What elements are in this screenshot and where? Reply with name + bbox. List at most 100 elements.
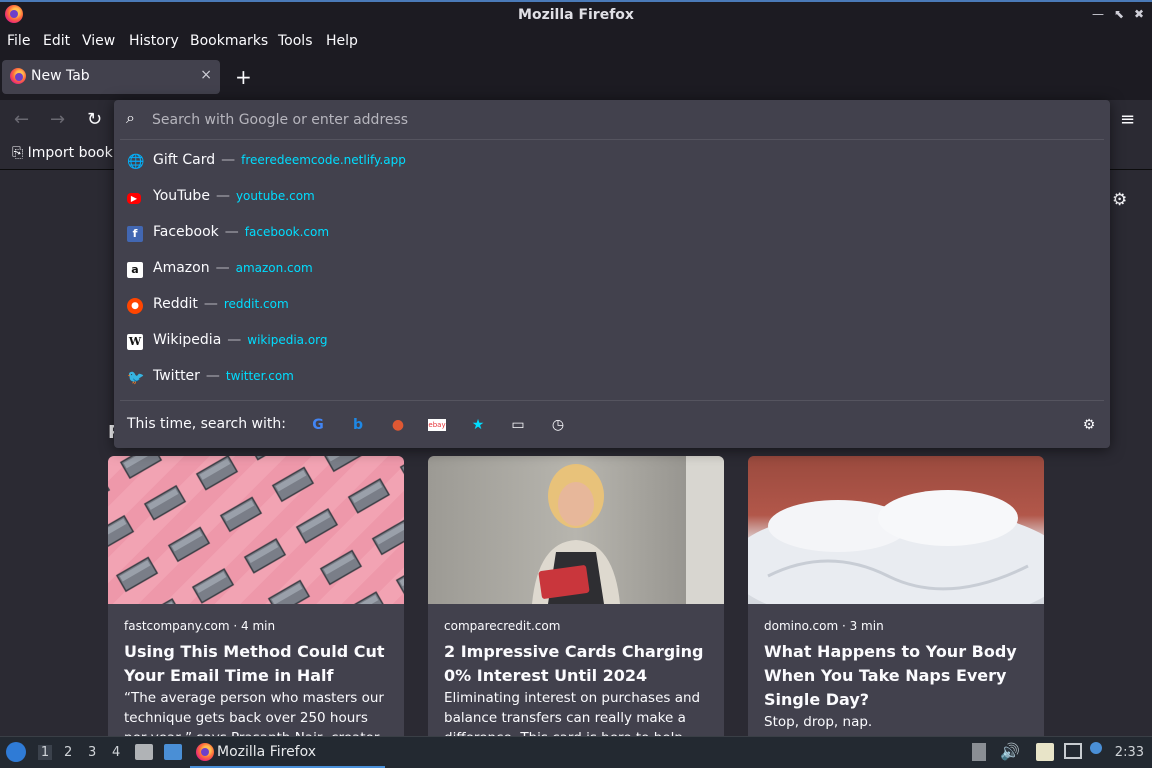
app-menu-icon[interactable]: ≡ <box>1120 109 1135 130</box>
clipboard-icon[interactable] <box>972 743 986 761</box>
import-bookmarks-label: Import book <box>27 145 113 161</box>
window-titlebar[interactable]: Mozilla Firefox — ⬉ ✖ <box>0 0 1152 29</box>
tab-strip: New Tab × + <box>0 54 1152 100</box>
facebook-icon: f <box>127 226 143 242</box>
new-tab-button[interactable]: + <box>235 65 252 89</box>
suggestion-name: Amazon <box>153 260 210 276</box>
history-clock-icon[interactable]: ◷ <box>548 415 568 435</box>
search-icon: ⌕ <box>126 108 135 127</box>
start-menu-icon[interactable] <box>6 742 26 762</box>
menu-file[interactable]: File <box>7 33 30 49</box>
desktop-icon[interactable] <box>164 744 182 760</box>
suggestion-url: freeredeemcode.netlify.app <box>241 153 406 167</box>
ebay-engine-icon[interactable]: ebay <box>428 419 446 431</box>
story-title: Using This Method Could Cut Your Email T… <box>124 642 385 685</box>
maximize-button[interactable]: ⬉ <box>1114 7 1124 21</box>
clock: 2:33 <box>1114 745 1144 760</box>
bed-pillows-image <box>748 490 1044 604</box>
bing-engine-icon[interactable]: b <box>348 415 368 435</box>
notes-icon[interactable] <box>1036 743 1054 761</box>
amazon-icon: a <box>127 262 143 278</box>
story-title: 2 Impressive Cards Charging 0% Interest … <box>444 642 704 685</box>
menu-help[interactable]: Help <box>326 33 358 49</box>
suggestion-row[interactable]: f Facebook — facebook.com <box>114 216 1110 252</box>
suggestion-url: twitter.com <box>225 369 294 383</box>
story-card[interactable]: fastcompany.com · 4 min Using This Metho… <box>108 456 404 736</box>
search-settings-gear-icon[interactable]: ⚙ <box>1079 415 1099 435</box>
notification-icon[interactable] <box>1090 742 1102 754</box>
tab-new-tab[interactable]: New Tab × <box>2 60 220 94</box>
globe-icon: 🌐 <box>127 154 145 170</box>
reload-icon[interactable]: ↻ <box>87 109 102 130</box>
divider <box>120 139 1104 140</box>
suggestion-row[interactable]: a Amazon — amazon.com <box>114 252 1110 288</box>
suggestion-row[interactable]: ▶ YouTube — youtube.com <box>114 180 1110 216</box>
tab-close-button[interactable]: × <box>200 67 212 83</box>
tabs-icon[interactable]: ▭ <box>508 415 528 435</box>
story-card[interactable]: comparecredit.com 2 Impressive Cards Cha… <box>428 456 724 736</box>
separator-dash: — <box>215 260 230 276</box>
story-excerpt: “The average person who masters our tech… <box>124 690 384 736</box>
bookmarks-star-icon[interactable]: ★ <box>468 415 488 435</box>
menu-view[interactable]: View <box>82 33 115 49</box>
story-source: domino.com · 3 min <box>764 619 884 633</box>
menu-bar: File Edit View History Bookmarks Tools H… <box>0 29 1152 54</box>
story-card[interactable]: domino.com · 3 min What Happens to Your … <box>748 456 1044 736</box>
menu-edit[interactable]: Edit <box>43 33 70 49</box>
menu-tools[interactable]: Tools <box>278 33 313 49</box>
story-image <box>108 456 404 604</box>
twitter-icon: 🐦 <box>127 370 145 386</box>
workspace-1[interactable]: 1 <box>38 745 52 760</box>
address-bar-input[interactable] <box>152 109 1052 131</box>
duckduckgo-engine-icon[interactable]: ● <box>388 415 408 435</box>
woman-holding-card-image <box>532 456 724 604</box>
import-icon: ⎘ <box>12 145 24 161</box>
volume-icon[interactable]: 🔊 <box>1000 742 1020 761</box>
one-off-label: This time, search with: <box>127 416 286 432</box>
window-title: Mozilla Firefox <box>518 7 634 23</box>
forward-arrow-icon[interactable]: → <box>50 109 65 130</box>
menu-history[interactable]: History <box>129 33 179 49</box>
suggestion-name: Twitter <box>153 368 200 384</box>
suggestion-url: reddit.com <box>223 297 289 311</box>
separator-dash: — <box>205 368 220 384</box>
story-image <box>748 456 1044 604</box>
workspace-2[interactable]: 2 <box>64 745 72 760</box>
story-source: fastcompany.com · 4 min <box>124 619 276 633</box>
suggestion-row[interactable]: W Wikipedia — wikipedia.org <box>114 324 1110 360</box>
suggestion-row[interactable]: ● Reddit — reddit.com <box>114 288 1110 324</box>
suggestion-row[interactable]: 🐦 Twitter — twitter.com <box>114 360 1110 396</box>
story-source: comparecredit.com <box>444 619 561 633</box>
minimize-button[interactable]: — <box>1092 7 1104 21</box>
menu-bookmarks[interactable]: Bookmarks <box>190 33 268 49</box>
story-excerpt: Stop, drop, nap. <box>764 714 873 730</box>
system-taskbar: 1 2 3 4 Mozilla Firefox 🔊 2:33 <box>0 736 1152 768</box>
import-bookmarks-button[interactable]: ⎘ Import book <box>12 145 113 161</box>
suggestion-name: YouTube <box>153 188 210 204</box>
reddit-icon: ● <box>127 298 143 314</box>
separator-dash: — <box>203 296 218 312</box>
task-label: Mozilla Firefox <box>217 744 317 760</box>
file-manager-icon[interactable] <box>135 744 153 760</box>
urlbar-dropdown: ⌕ 🌐 Gift Card — freeredeemcode.netlify.app… <box>114 100 1110 448</box>
story-title: What Happens to Your Body When You Take … <box>764 642 1017 709</box>
story-image <box>428 456 724 604</box>
suggestion-name: Facebook <box>153 224 219 240</box>
google-engine-icon[interactable]: G <box>308 415 328 435</box>
gear-icon[interactable]: ⚙ <box>1112 190 1127 210</box>
story-excerpt: Eliminating interest on purchases and ba… <box>444 690 701 736</box>
close-window-button[interactable]: ✖ <box>1134 7 1144 21</box>
suggestion-name: Wikipedia <box>153 332 222 348</box>
suggestion-row[interactable]: 🌐 Gift Card — freeredeemcode.netlify.app <box>114 144 1110 180</box>
suggestion-url: youtube.com <box>235 189 315 203</box>
workspace-4[interactable]: 4 <box>112 745 120 760</box>
youtube-icon: ▶ <box>127 193 141 204</box>
back-arrow-icon[interactable]: ← <box>14 109 29 130</box>
network-icon[interactable] <box>1064 743 1082 759</box>
separator-dash: — <box>215 188 230 204</box>
firefox-task-icon <box>196 743 214 761</box>
taskbar-firefox-task[interactable]: Mozilla Firefox <box>190 737 385 768</box>
firefox-tab-icon <box>10 68 26 84</box>
workspace-3[interactable]: 3 <box>88 745 96 760</box>
keyboard-pattern-image <box>108 456 404 604</box>
